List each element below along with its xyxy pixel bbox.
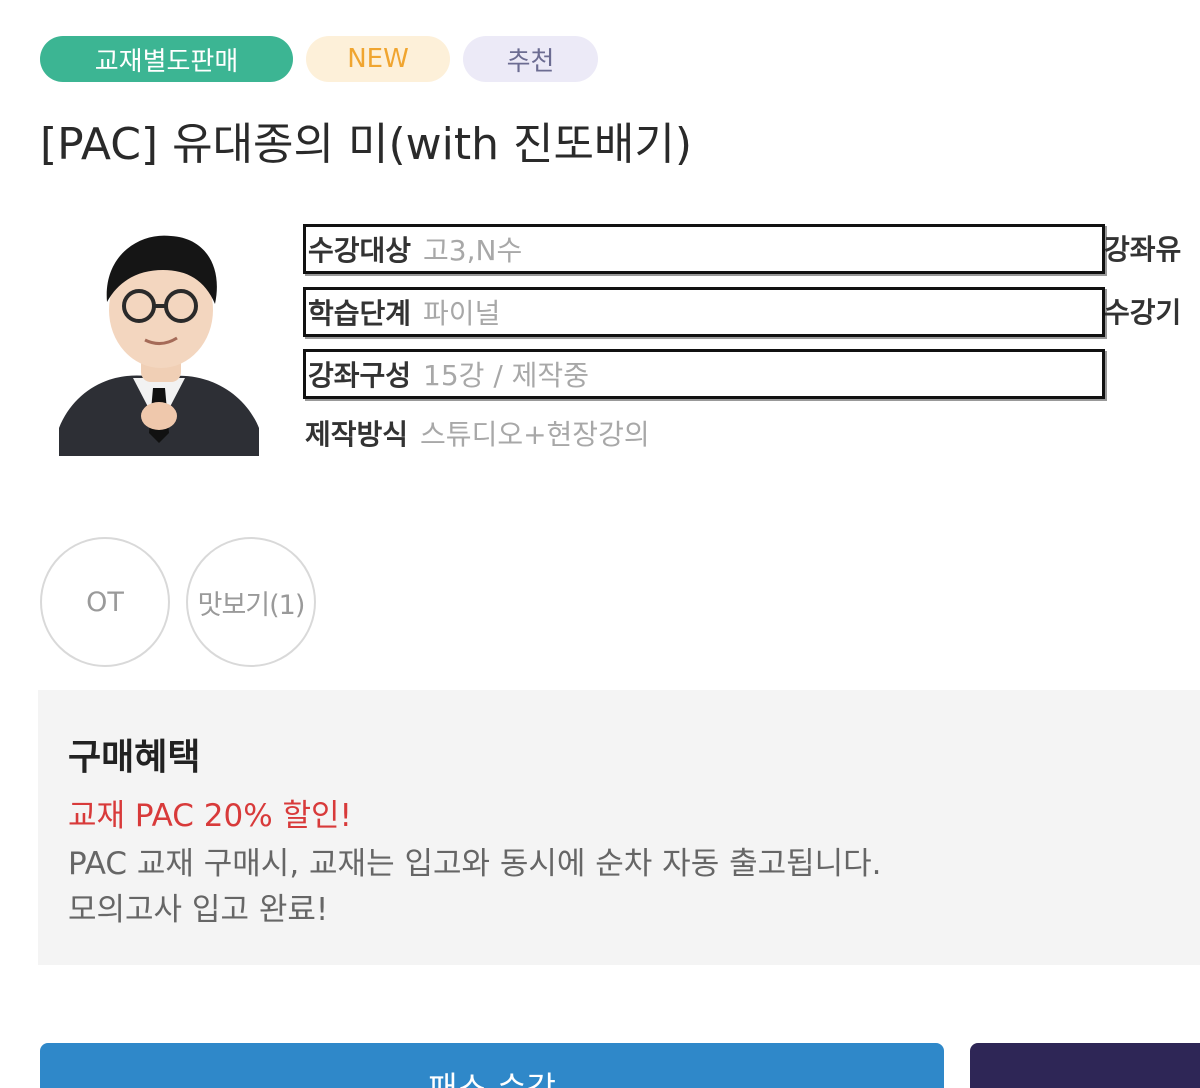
pass-enroll-button[interactable]: 패스 수강 (40, 1043, 944, 1088)
new-badge: NEW (306, 36, 450, 82)
info-label: 학습단계 (308, 297, 412, 330)
benefit-title: 구매혜택 (68, 737, 201, 778)
instructor-avatar (55, 228, 263, 456)
info-label: 강좌구성 (308, 359, 412, 392)
info-label: 수강대상 (308, 234, 412, 267)
benefit-line: 모의고사 입고 완료! (68, 892, 329, 928)
pass-enroll-label: 패스 수강 (428, 1069, 556, 1088)
info-row-composition: 강좌구성 15강 / 제작중 (303, 349, 1105, 399)
info-row-target: 수강대상 고3,N수 (303, 224, 1105, 274)
purchase-benefit-panel: 구매혜택 교재 PAC 20% 할인! PAC 교재 구매시, 교재는 입고와 … (38, 690, 1200, 965)
course-detail-page: 교재별도판매 NEW 추천 [PAC] 유대종의 미(with 진또배기) 수강… (0, 0, 1200, 1088)
benefit-line: PAC 교재 구매시, 교재는 입고와 동시에 순차 자동 출고됩니다. (68, 846, 882, 882)
side-label-course-type: 강좌유 (1104, 233, 1182, 266)
ot-video-button[interactable]: OT (40, 537, 170, 667)
course-title: [PAC] 유대종의 미(with 진또배기) (40, 119, 693, 170)
info-value: 고3,N수 (423, 234, 523, 267)
info-row-level: 학습단계 파이널 (303, 287, 1105, 337)
info-label: 제작방식 (305, 418, 409, 451)
info-value: 스튜디오+현장강의 (420, 418, 650, 451)
info-row-production: 제작방식 스튜디오+현장강의 (303, 411, 1099, 455)
sample-lecture-button[interactable]: 맛보기(1) (186, 537, 316, 667)
recommended-badge: 추천 (463, 36, 598, 82)
info-value: 15강 / 제작중 (423, 359, 589, 392)
secondary-action-button[interactable] (970, 1043, 1200, 1088)
info-value: 파이널 (423, 297, 501, 330)
separate-sale-badge: 교재별도판매 (40, 36, 293, 82)
side-label-period: 수강기 (1104, 296, 1182, 329)
benefit-highlight: 교재 PAC 20% 할인! (68, 798, 352, 834)
